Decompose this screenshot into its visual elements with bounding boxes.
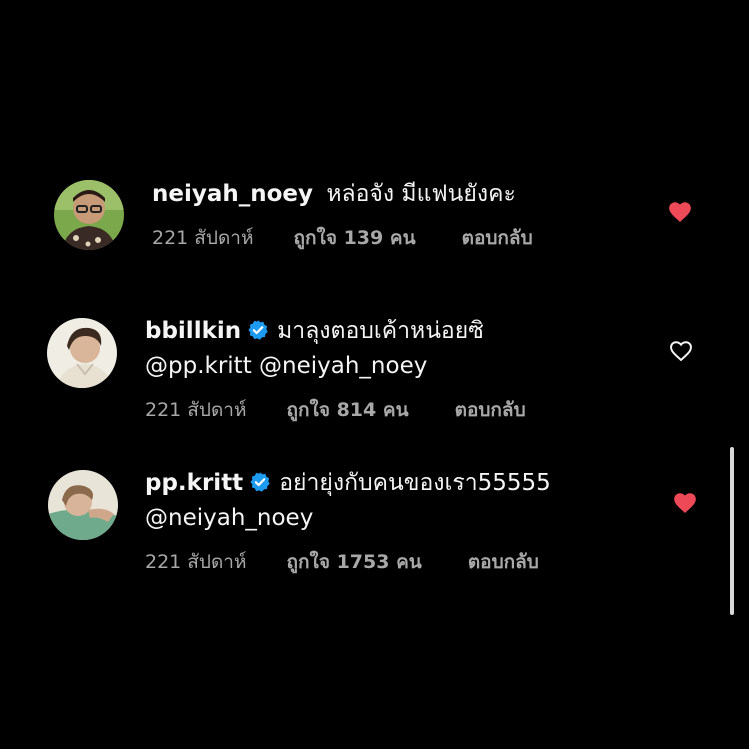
comment-mentions[interactable]: @pp.kritt @neiyah_noey [145, 352, 427, 380]
avatar[interactable] [47, 318, 117, 388]
avatar[interactable] [48, 470, 118, 540]
comment-text-line: bbillkin มาลุงตอบเค้าหน่อยซิ [145, 317, 484, 348]
man-with-glasses-avatar-icon [54, 180, 124, 250]
comment-text: หล่อจัง มีแฟนยังคะ [326, 181, 516, 207]
reply-button[interactable]: ตอบกลับ [455, 398, 526, 422]
comment-text-line: neiyah_noey หล่อจัง มีแฟนยังคะ [152, 180, 516, 208]
verified-badge-icon [247, 319, 269, 348]
comment-meta: 221 สัปดาห์ ถูกใจ 814 คน ตอบกลับ [145, 398, 526, 422]
comment-text: มาลุงตอบเค้าหน่อยซิ [277, 318, 484, 344]
reply-button[interactable]: ตอบกลับ [462, 226, 533, 250]
comment-meta: 221 สัปดาห์ ถูกใจ 1753 คน ตอบกลับ [145, 550, 539, 574]
comment-time: 221 สัปดาห์ [145, 399, 247, 421]
heart-filled-icon[interactable] [672, 490, 698, 516]
young-man-avatar-icon [47, 318, 117, 388]
man-lying-on-pillow-avatar-icon [48, 470, 118, 540]
likes-count[interactable]: ถูกใจ 1753 คน [287, 550, 422, 574]
verified-badge-icon [249, 471, 271, 500]
avatar[interactable] [54, 180, 124, 250]
reply-button[interactable]: ตอบกลับ [468, 550, 539, 574]
comment-text-line: pp.kritt อย่ายุ่งกับคนของเรา55555 [145, 469, 551, 500]
mention-text[interactable]: @pp.kritt @neiyah_noey [145, 353, 427, 379]
username[interactable]: bbillkin [145, 318, 241, 344]
likes-count[interactable]: ถูกใจ 814 คน [287, 398, 409, 422]
heart-outline-icon[interactable] [668, 338, 694, 364]
comment-time: 221 สัปดาห์ [145, 551, 247, 573]
heart-filled-icon[interactable] [667, 199, 693, 225]
scrollbar[interactable] [730, 447, 734, 615]
comment-text: อย่ายุ่งกับคนของเรา55555 [279, 470, 551, 496]
comment-meta: 221 สัปดาห์ ถูกใจ 139 คน ตอบกลับ [152, 226, 533, 250]
likes-count[interactable]: ถูกใจ 139 คน [294, 226, 416, 250]
comment-mentions[interactable]: @neiyah_noey [145, 504, 313, 532]
username[interactable]: pp.kritt [145, 470, 243, 496]
username[interactable]: neiyah_noey [152, 181, 313, 207]
comment-time: 221 สัปดาห์ [152, 227, 254, 249]
mention-text[interactable]: @neiyah_noey [145, 505, 313, 531]
